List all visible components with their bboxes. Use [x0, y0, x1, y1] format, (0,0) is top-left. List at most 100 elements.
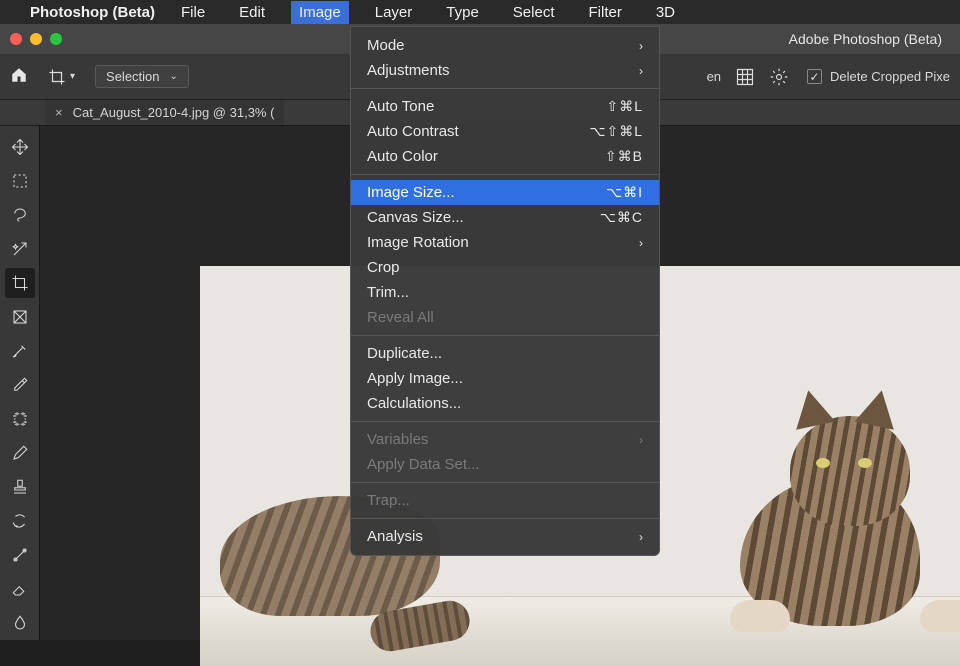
- menu-item-analysis[interactable]: Analysis›: [351, 524, 659, 549]
- move-tool[interactable]: [5, 132, 35, 162]
- magic-wand-tool[interactable]: [5, 234, 35, 264]
- gear-icon[interactable]: [769, 67, 789, 87]
- menu-item-label: Duplicate...: [367, 345, 643, 362]
- menu-separator: [351, 482, 659, 483]
- menu-item-duplicate[interactable]: Duplicate...: [351, 341, 659, 366]
- crop-mode-label: Selection: [106, 69, 159, 84]
- app-name[interactable]: Photoshop (Beta): [30, 4, 155, 21]
- home-icon[interactable]: [10, 66, 28, 87]
- menu-item-label: Image Rotation: [367, 234, 633, 251]
- marquee-tool[interactable]: [5, 166, 35, 196]
- menu-item-shortcut: ⌥⌘C: [600, 209, 643, 226]
- eraser-tool[interactable]: [5, 574, 35, 604]
- menu-file[interactable]: File: [173, 1, 213, 24]
- chevron-right-icon: ›: [639, 433, 643, 447]
- crop-tool[interactable]: [5, 268, 35, 298]
- chevron-right-icon: ›: [639, 530, 643, 544]
- menu-item-label: Trap...: [367, 492, 643, 509]
- menu-item-label: Apply Data Set...: [367, 456, 643, 473]
- menu-separator: [351, 421, 659, 422]
- frame-tool[interactable]: [5, 302, 35, 332]
- menu-item-trap: Trap...: [351, 488, 659, 513]
- traffic-lights: [10, 33, 62, 45]
- menu-item-label: Canvas Size...: [367, 209, 600, 226]
- menu-item-auto-color[interactable]: Auto Color⇧⌘B: [351, 144, 659, 169]
- menu-item-apply-data-set: Apply Data Set...: [351, 452, 659, 477]
- grid-overlay-icon[interactable]: [735, 67, 755, 87]
- menu-item-shortcut: ⌥⌘I: [606, 184, 643, 201]
- menu-item-reveal-all: Reveal All: [351, 305, 659, 330]
- menu-3d[interactable]: 3D: [648, 1, 683, 24]
- menu-edit[interactable]: Edit: [231, 1, 273, 24]
- menu-item-label: Reveal All: [367, 309, 643, 326]
- fullscreen-window-icon[interactable]: [50, 33, 62, 45]
- menu-item-shortcut: ⌥⇧⌘L: [589, 123, 643, 140]
- menu-select[interactable]: Select: [505, 1, 563, 24]
- image-menu-dropdown: Mode›Adjustments›Auto Tone⇧⌘LAuto Contra…: [350, 26, 660, 556]
- crop-mode-select[interactable]: Selection ⌄: [95, 65, 189, 88]
- crop-handle-top-left[interactable]: [200, 266, 214, 280]
- menu-item-label: Auto Color: [367, 148, 605, 165]
- menu-separator: [351, 88, 659, 89]
- eyedropper-tool[interactable]: [5, 370, 35, 400]
- history-brush-tool[interactable]: [5, 506, 35, 536]
- menu-item-mode[interactable]: Mode ›: [351, 33, 659, 58]
- patch-tool[interactable]: [5, 404, 35, 434]
- menu-item-shortcut: ⇧⌘L: [606, 98, 643, 115]
- menu-item-label: Calculations...: [367, 395, 643, 412]
- menu-item-label: Apply Image...: [367, 370, 643, 387]
- menu-item-label: Adjustments: [367, 62, 633, 79]
- menu-item-calculations[interactable]: Calculations...: [351, 391, 659, 416]
- slice-tool[interactable]: [5, 336, 35, 366]
- menu-image[interactable]: Image: [291, 1, 349, 24]
- chevron-right-icon: ›: [639, 64, 643, 78]
- crop-handle-top-right[interactable]: [956, 266, 960, 280]
- chevron-right-icon: ›: [639, 236, 643, 250]
- menu-item-label: Auto Contrast: [367, 123, 589, 140]
- menu-separator: [351, 335, 659, 336]
- blur-tool[interactable]: [5, 608, 35, 638]
- menu-item-trim[interactable]: Trim...: [351, 280, 659, 305]
- menu-filter[interactable]: Filter: [581, 1, 630, 24]
- menu-item-crop[interactable]: Crop: [351, 255, 659, 280]
- menu-type[interactable]: Type: [438, 1, 487, 24]
- window-title: Adobe Photoshop (Beta): [789, 31, 942, 47]
- stamp-tool[interactable]: [5, 472, 35, 502]
- menu-item-label: Mode: [367, 37, 633, 54]
- document-tab-label: Cat_August_2010-4.jpg @ 31,3% (: [73, 105, 275, 120]
- menu-item-label: Auto Tone: [367, 98, 606, 115]
- menu-item-apply-image[interactable]: Apply Image...: [351, 366, 659, 391]
- menu-item-auto-contrast[interactable]: Auto Contrast⌥⇧⌘L: [351, 119, 659, 144]
- menu-item-label: Variables: [367, 431, 633, 448]
- menu-layer[interactable]: Layer: [367, 1, 421, 24]
- menu-item-auto-tone[interactable]: Auto Tone⇧⌘L: [351, 94, 659, 119]
- mac-menubar: Photoshop (Beta) File Edit Image Layer Type S…: [0, 0, 960, 24]
- tool-palette: [0, 126, 40, 640]
- gradient-tool[interactable]: [5, 540, 35, 570]
- menu-item-label: Image Size...: [367, 184, 606, 201]
- close-icon[interactable]: ×: [55, 105, 63, 120]
- crop-preset-toggle[interactable]: ▾: [42, 64, 81, 90]
- truncated-option-text: en: [707, 69, 721, 84]
- document-tab[interactable]: × Cat_August_2010-4.jpg @ 31,3% (: [45, 100, 284, 125]
- menu-item-label: Trim...: [367, 284, 643, 301]
- menu-item-shortcut: ⇧⌘B: [605, 148, 643, 165]
- minimize-window-icon[interactable]: [30, 33, 42, 45]
- image-content: [690, 366, 950, 626]
- delete-cropped-pixels-checkbox[interactable]: ✓ Delete Cropped Pixe: [807, 69, 950, 84]
- menu-separator: [351, 174, 659, 175]
- menu-item-canvas-size[interactable]: Canvas Size...⌥⌘C: [351, 205, 659, 230]
- chevron-right-icon: ›: [639, 39, 643, 53]
- pencil-tool[interactable]: [5, 438, 35, 468]
- lasso-tool[interactable]: [5, 200, 35, 230]
- menu-item-adjustments[interactable]: Adjustments ›: [351, 58, 659, 83]
- close-window-icon[interactable]: [10, 33, 22, 45]
- menu-item-image-size[interactable]: Image Size...⌥⌘I: [351, 180, 659, 205]
- checkbox-checked-icon: ✓: [807, 69, 822, 84]
- menu-separator: [351, 518, 659, 519]
- chevron-down-icon: ⌄: [170, 71, 178, 82]
- delete-cropped-label: Delete Cropped Pixe: [830, 69, 950, 84]
- chevron-down-icon: ▾: [70, 71, 75, 82]
- menu-item-label: Crop: [367, 259, 643, 276]
- menu-item-image-rotation[interactable]: Image Rotation ›: [351, 230, 659, 255]
